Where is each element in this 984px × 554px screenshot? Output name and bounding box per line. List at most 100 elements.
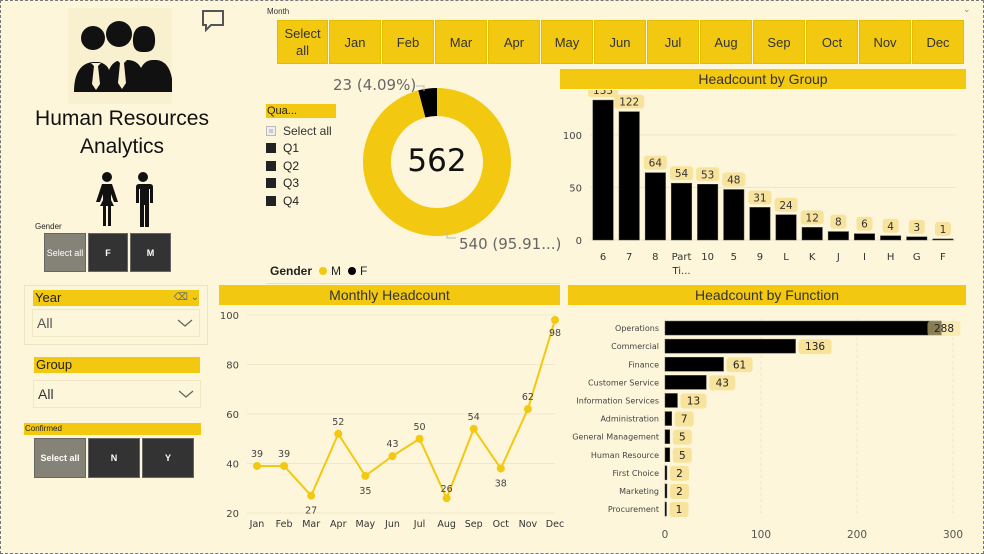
x-tick-label: Ti... (671, 266, 690, 277)
data-label: 53 (701, 169, 714, 181)
divider (266, 283, 560, 284)
monthly-chart-title: Monthly Headcount (219, 285, 560, 305)
bar (723, 189, 745, 241)
y-tick-label: Operations (615, 324, 659, 333)
bar (618, 111, 640, 241)
group-dropdown[interactable]: All (33, 380, 201, 408)
year-dropdown[interactable]: All (32, 309, 200, 337)
chevron-down-icon (178, 386, 194, 402)
bar (664, 501, 667, 517)
y-tick-label: Customer Service (588, 378, 659, 387)
data-label: 3 (913, 222, 920, 234)
confirmed-option-n[interactable]: N (88, 438, 140, 478)
x-tick-label: 8 (652, 252, 658, 263)
x-tick-label: May (356, 519, 376, 530)
data-label: 2 (676, 468, 683, 480)
bar (664, 320, 942, 336)
x-tick-label: 200 (847, 529, 867, 541)
bar (749, 207, 771, 241)
data-label: 12 (806, 212, 819, 224)
data-label: 98 (549, 328, 561, 339)
bar (697, 184, 719, 241)
x-tick-label: Aug (437, 519, 456, 530)
y-tick-label: 40 (226, 460, 239, 471)
y-tick-label: 80 (226, 361, 239, 372)
y-tick-label: First Choice (613, 469, 660, 478)
data-label: 61 (733, 359, 746, 371)
confirmed-option-y[interactable]: Y (142, 438, 194, 478)
data-point (334, 429, 343, 438)
data-point (469, 424, 478, 433)
chevron-down-icon[interactable]: ⌄ (191, 292, 199, 303)
data-label: 7 (681, 414, 688, 426)
bar (664, 483, 668, 499)
bar (854, 233, 875, 241)
confirmed-option-select-all[interactable]: Select all (34, 438, 86, 478)
bar (664, 375, 707, 390)
data-label: 1 (676, 504, 683, 516)
legend-f-marker (348, 267, 357, 275)
data-label: 1 (940, 224, 947, 236)
data-label: 24 (779, 200, 793, 212)
x-tick-label: Nov (519, 519, 538, 530)
group-filter-header: Group (34, 357, 200, 373)
data-point (415, 434, 424, 443)
donut-legend: Gender M F (270, 264, 367, 278)
x-tick-label: 300 (943, 529, 963, 541)
bar (664, 338, 796, 354)
headcount-by-group-chart: 0501001336122764854PartTi...531048531924… (563, 90, 956, 277)
data-point (551, 315, 559, 324)
data-label: 43 (716, 377, 729, 389)
year-filter-label: Year (35, 290, 62, 305)
data-point (388, 452, 397, 461)
x-tick-label: L (783, 252, 789, 263)
legend-m-label: M (331, 264, 342, 278)
bar (932, 238, 954, 241)
y-tick-label: Procurement (608, 505, 659, 514)
data-label: 62 (522, 392, 534, 403)
data-point (307, 491, 316, 500)
x-tick-label: 10 (701, 252, 714, 263)
data-label: 31 (753, 192, 766, 204)
x-tick-label: Apr (330, 519, 347, 530)
x-tick-label: Part (672, 252, 692, 263)
year-dropdown-value: All (37, 315, 53, 331)
bar (664, 447, 671, 462)
data-label: 48 (727, 175, 740, 187)
group-chart-title: Headcount by Group (560, 69, 966, 89)
data-label: 52 (332, 417, 344, 428)
data-label: 54 (675, 168, 689, 180)
data-point (361, 471, 370, 480)
x-tick-label: 5 (731, 252, 737, 263)
data-label: 50 (413, 422, 425, 433)
x-tick-label: F (940, 252, 946, 263)
bar (880, 235, 902, 241)
bar (801, 227, 823, 241)
x-tick-label: Jan (249, 519, 265, 530)
x-tick-label: Sep (465, 519, 483, 530)
confirmed-slicer-label: Confirmed (24, 423, 201, 435)
bar (664, 357, 724, 372)
data-label: 39 (251, 449, 263, 460)
data-point (280, 461, 289, 470)
data-label: 133 (593, 90, 613, 97)
eraser-icon[interactable]: ⌫ (174, 292, 188, 303)
y-tick-label: Human Resource (591, 451, 659, 460)
data-label: 4 (887, 221, 894, 233)
data-label: 38 (495, 478, 507, 489)
x-tick-label: 6 (600, 252, 606, 263)
data-point (442, 494, 451, 503)
x-tick-label: J (836, 252, 840, 263)
data-label: 288 (934, 323, 954, 335)
data-label: 35 (359, 486, 371, 497)
donut-center-value: 562 (407, 143, 467, 179)
data-label: 122 (619, 97, 639, 109)
bar (671, 182, 692, 241)
data-label: 8 (835, 217, 842, 229)
x-tick-label: 0 (662, 529, 669, 541)
data-label: 26 (441, 484, 453, 495)
y-tick-label: General Management (572, 433, 659, 442)
year-header-icons: ⌫ ⌄ (174, 290, 199, 306)
data-label: 13 (687, 395, 700, 407)
x-tick-label: K (809, 252, 816, 263)
